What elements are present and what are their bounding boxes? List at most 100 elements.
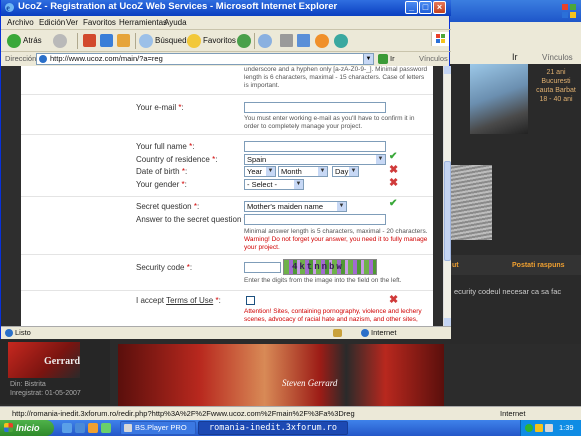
start-button[interactable]: Inicio xyxy=(0,420,54,436)
menu-ayuda[interactable]: Ayuda xyxy=(164,18,187,27)
security-code-field[interactable] xyxy=(244,262,281,273)
home-icon xyxy=(117,34,130,48)
lock-icon xyxy=(333,329,342,337)
chevron-down-icon: ▼ xyxy=(266,167,275,176)
forward-button[interactable] xyxy=(53,33,69,49)
taskbar-ie-label: romania-inedit.3xforum.ro xyxy=(209,423,337,433)
dob-month-select[interactable]: Month ▼ xyxy=(278,166,328,177)
home-button[interactable] xyxy=(117,33,130,49)
close-button[interactable]: × xyxy=(433,1,446,14)
terms-checkbox[interactable] xyxy=(246,296,255,305)
background-go-button[interactable]: Ir xyxy=(512,52,518,62)
refresh-icon xyxy=(100,34,113,48)
back-button[interactable]: Atrás xyxy=(7,33,42,49)
fullname-field[interactable] xyxy=(244,141,386,152)
toolbar-separator xyxy=(77,33,78,49)
ie-icon: e xyxy=(4,2,15,13)
favorites-button[interactable]: Favoritos xyxy=(187,33,236,49)
quicklaunch-media-icon[interactable] xyxy=(88,423,98,433)
menu-edicion[interactable]: Edición xyxy=(39,18,65,27)
menu-archivo[interactable]: Archivo xyxy=(7,18,34,27)
chevron-down-icon: ▼ xyxy=(318,167,327,176)
label-colon: : xyxy=(189,263,193,272)
page-status-icon xyxy=(5,329,13,337)
chevron-down-icon[interactable]: ▼ xyxy=(363,54,373,64)
quicklaunch-desktop-icon[interactable] xyxy=(75,423,85,433)
statusbar: Listo Internet xyxy=(1,326,451,339)
terms-label-prefix: I accept xyxy=(136,296,167,305)
secret-question-select[interactable]: Mother's maiden name ▼ xyxy=(244,201,347,212)
svg-text:e: e xyxy=(6,4,10,13)
history-icon xyxy=(237,33,251,48)
vertical-scrollbar[interactable] xyxy=(443,66,451,326)
security-code-label-text: Security code xyxy=(136,263,185,272)
forum-header-fragment: ut xyxy=(452,262,459,269)
label-colon: : xyxy=(184,167,188,176)
country-select[interactable]: Spain ▼ xyxy=(244,154,386,165)
chevron-down-icon: ▼ xyxy=(337,202,346,211)
menu-favoritos[interactable]: Favoritos xyxy=(83,18,116,27)
dob-year-select[interactable]: Year ▼ xyxy=(244,166,276,177)
maximize-button[interactable]: □ xyxy=(419,1,432,14)
go-button[interactable]: Ir xyxy=(390,54,395,63)
ie-window: e UcoZ - Registration at UcoZ Web Servic… xyxy=(0,0,451,339)
chevron-down-icon: ▼ xyxy=(349,167,358,176)
taskbar-bsplayer[interactable]: BS.Player PRO xyxy=(120,421,196,435)
secret-question-label: Secret question *: xyxy=(136,202,199,211)
form-separator xyxy=(21,254,433,255)
media-button[interactable] xyxy=(315,33,331,49)
print-button[interactable] xyxy=(280,33,293,49)
scroll-down-button[interactable] xyxy=(444,318,451,326)
scroll-thumb[interactable] xyxy=(444,161,451,261)
quicklaunch-ie-icon[interactable] xyxy=(62,423,72,433)
background-status-zone: Internet xyxy=(500,409,526,418)
taskbar-ie-window[interactable]: romania-inedit.3xforum.ro xyxy=(198,421,348,435)
stop-button[interactable] xyxy=(83,33,96,49)
network-icon[interactable] xyxy=(525,424,533,432)
address-input[interactable]: http://www.ucoz.com/main/?a=reg ▼ xyxy=(36,53,374,65)
back-arrow-icon xyxy=(7,33,21,48)
edit-button[interactable] xyxy=(297,33,310,49)
email-label-text: Your e-mail xyxy=(136,103,177,112)
label-colon: : xyxy=(181,103,184,112)
quicklaunch-app-icon[interactable] xyxy=(101,423,111,433)
postati-raspuns-link[interactable]: Postati raspuns xyxy=(512,262,565,269)
mail-button[interactable] xyxy=(258,33,274,49)
system-tray: 1:39 xyxy=(520,420,581,436)
bsplayer-icon xyxy=(124,424,132,432)
page-icon xyxy=(39,55,47,63)
ie-titlebar[interactable]: e UcoZ - Registration at UcoZ Web Servic… xyxy=(1,0,451,16)
back-label: Atrás xyxy=(23,36,42,45)
fullname-label-text: Your full name xyxy=(136,142,187,151)
status-zone: Internet xyxy=(371,328,397,337)
volume-icon[interactable] xyxy=(545,424,553,432)
search-button[interactable]: Búsqueda xyxy=(139,33,191,49)
scroll-up-button[interactable] xyxy=(444,66,451,74)
error-icon: ✖ xyxy=(389,294,399,306)
country-label-text: Country of residence xyxy=(136,155,210,164)
menubar: Archivo Edición Ver Favoritos Herramient… xyxy=(1,16,451,46)
tray-app-icon[interactable] xyxy=(535,424,543,432)
email-field[interactable] xyxy=(244,102,386,113)
menu-herramientas[interactable]: Herramientas xyxy=(119,18,167,27)
password-hint: underscore and a hyphen only [a-zA-Z0-9-… xyxy=(244,66,428,89)
dob-year-value: Year xyxy=(247,167,263,176)
gender-select[interactable]: - Select - ▼ xyxy=(244,179,304,190)
address-label: Dirección xyxy=(5,54,37,63)
background-status-url: http://romania-inedit.3xforum.ro/redir.p… xyxy=(12,409,355,418)
menu-ver[interactable]: Ver xyxy=(66,18,78,27)
messenger-button[interactable] xyxy=(334,33,350,49)
dob-day-select[interactable]: Day ▼ xyxy=(332,166,359,177)
refresh-button[interactable] xyxy=(100,33,113,49)
label-colon: : xyxy=(184,180,187,189)
history-button[interactable] xyxy=(237,33,253,49)
secret-answer-field[interactable] xyxy=(244,214,386,225)
terms-of-use-link[interactable]: Terms of Use xyxy=(166,296,213,305)
gender-value: - Select - xyxy=(247,180,278,189)
messenger-icon xyxy=(334,33,348,48)
go-arrow-icon[interactable] xyxy=(378,54,388,64)
search-icon xyxy=(139,33,153,48)
minimize-button[interactable]: _ xyxy=(405,1,418,14)
country-value: Spain xyxy=(247,155,267,164)
secret-answer-label-text: Answer to the secret question xyxy=(136,215,242,224)
